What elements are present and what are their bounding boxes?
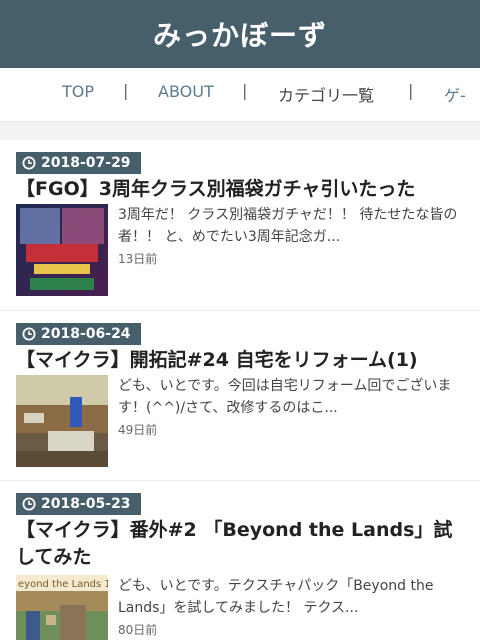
post-card[interactable]: 2018-06-24 【マイクラ】開拓記#24 自宅をリフォーム(1) ども、い…	[0, 310, 480, 480]
post-thumbnail[interactable]	[16, 204, 108, 296]
clock-icon	[22, 156, 36, 170]
nav-separator: |	[242, 81, 248, 100]
post-card[interactable]: 2018-07-29 【FGO】3周年クラス別福袋ガチャ引いたった 3周年だ！ …	[0, 140, 480, 310]
post-age: 49日前	[118, 423, 158, 437]
post-excerpt: ども、いとです。今回は自宅リフォーム回でございます！(^^)/さて、改修するのは…	[118, 378, 452, 416]
nav-item-top[interactable]: TOP	[62, 82, 94, 101]
post-age: 80日前	[118, 623, 158, 637]
post-thumbnail[interactable]: eyond the Lands 1.3	[16, 575, 108, 640]
post-title[interactable]: 【FGO】3周年クラス別福袋ガチャ引いたった	[16, 176, 466, 203]
thumbnail-caption: eyond the Lands 1.3	[18, 579, 108, 590]
date-badge: 2018-06-24	[16, 323, 141, 345]
post-title[interactable]: 【マイクラ】開拓記#24 自宅をリフォーム(1)	[16, 347, 466, 374]
nav-item-about[interactable]: ABOUT	[158, 82, 214, 101]
post-title[interactable]: 【マイクラ】番外#2 「Beyond the Lands」試してみた	[16, 517, 466, 571]
thumbnail-image	[16, 204, 108, 296]
date-badge: 2018-05-23	[16, 493, 141, 515]
post-thumbnail[interactable]	[16, 375, 108, 467]
global-nav: TOP | ABOUT | カテゴリ一覧 | ゲ-	[0, 68, 480, 122]
post-excerpt: ども、いとです。テクスチャパック「Beyond the Lands」を試してみま…	[118, 578, 434, 616]
nav-item-games[interactable]: ゲ-	[444, 82, 466, 106]
nav-item-categories[interactable]: カテゴリ一覧	[278, 82, 374, 106]
site-header: みっかぼーず	[0, 0, 480, 68]
post-date: 2018-05-23	[41, 496, 131, 512]
site-title[interactable]: みっかぼーず	[153, 14, 327, 54]
thumbnail-image: eyond the Lands 1.3	[16, 575, 108, 640]
nav-separator: |	[123, 81, 129, 100]
post-age: 13日前	[118, 252, 158, 266]
spacer-band	[0, 122, 480, 140]
clock-icon	[22, 497, 36, 511]
date-badge: 2018-07-29	[16, 152, 141, 174]
post-date: 2018-06-24	[41, 326, 131, 342]
post-excerpt: 3周年だ！ クラス別福袋ガチャだ！！ 待たせたな皆の者！！ と、めでたい3周年記…	[118, 207, 458, 245]
thumbnail-image	[16, 375, 108, 467]
post-card[interactable]: 2018-05-23 【マイクラ】番外#2 「Beyond the Lands」…	[0, 480, 480, 640]
post-date: 2018-07-29	[41, 155, 131, 171]
nav-separator: |	[408, 81, 414, 100]
clock-icon	[22, 327, 36, 341]
